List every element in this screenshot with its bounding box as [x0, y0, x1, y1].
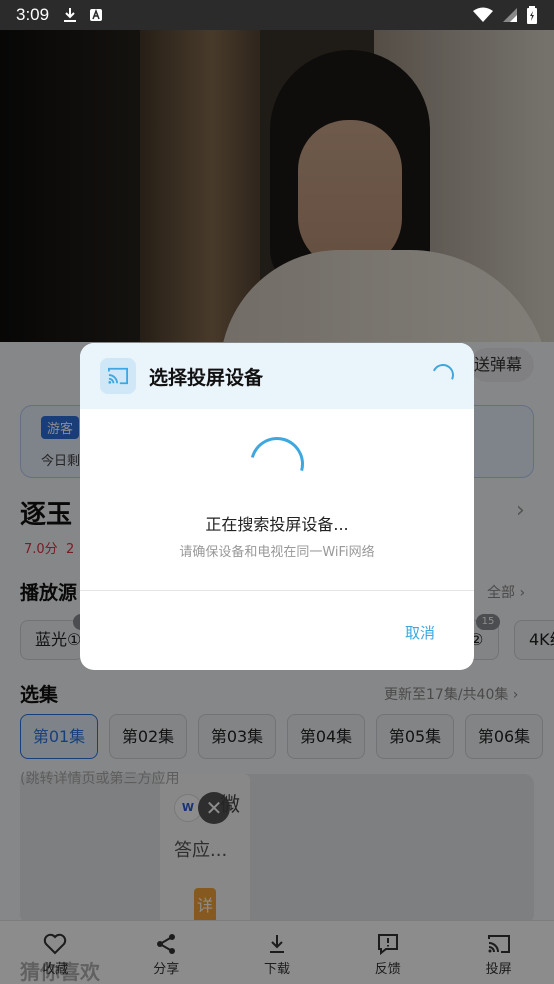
loading-spinner-icon — [240, 427, 314, 501]
app-notification-icon — [90, 8, 103, 21]
cast-device-dialog: 选择投屏设备 正在搜索投屏设备... 请确保设备和电视在同一WiFi网络 取消 — [80, 343, 474, 670]
download-notification-icon — [64, 8, 77, 22]
dialog-searching-text: 正在搜索投屏设备... — [205, 515, 349, 534]
status-bar: 3:09 — [0, 0, 554, 30]
cast-icon — [108, 367, 128, 385]
dialog-header: 选择投屏设备 — [80, 343, 474, 409]
signal-icon — [503, 8, 517, 22]
wifi-icon — [473, 7, 493, 22]
battery-icon — [527, 6, 537, 24]
cancel-button[interactable]: 取消 — [405, 622, 435, 643]
dialog-divider — [80, 590, 474, 591]
dialog-cast-icon-box — [100, 358, 136, 394]
status-time: 3:09 — [16, 5, 50, 24]
dialog-hint-text: 请确保设备和电视在同一WiFi网络 — [179, 545, 375, 560]
dialog-title: 选择投屏设备 — [149, 366, 264, 389]
